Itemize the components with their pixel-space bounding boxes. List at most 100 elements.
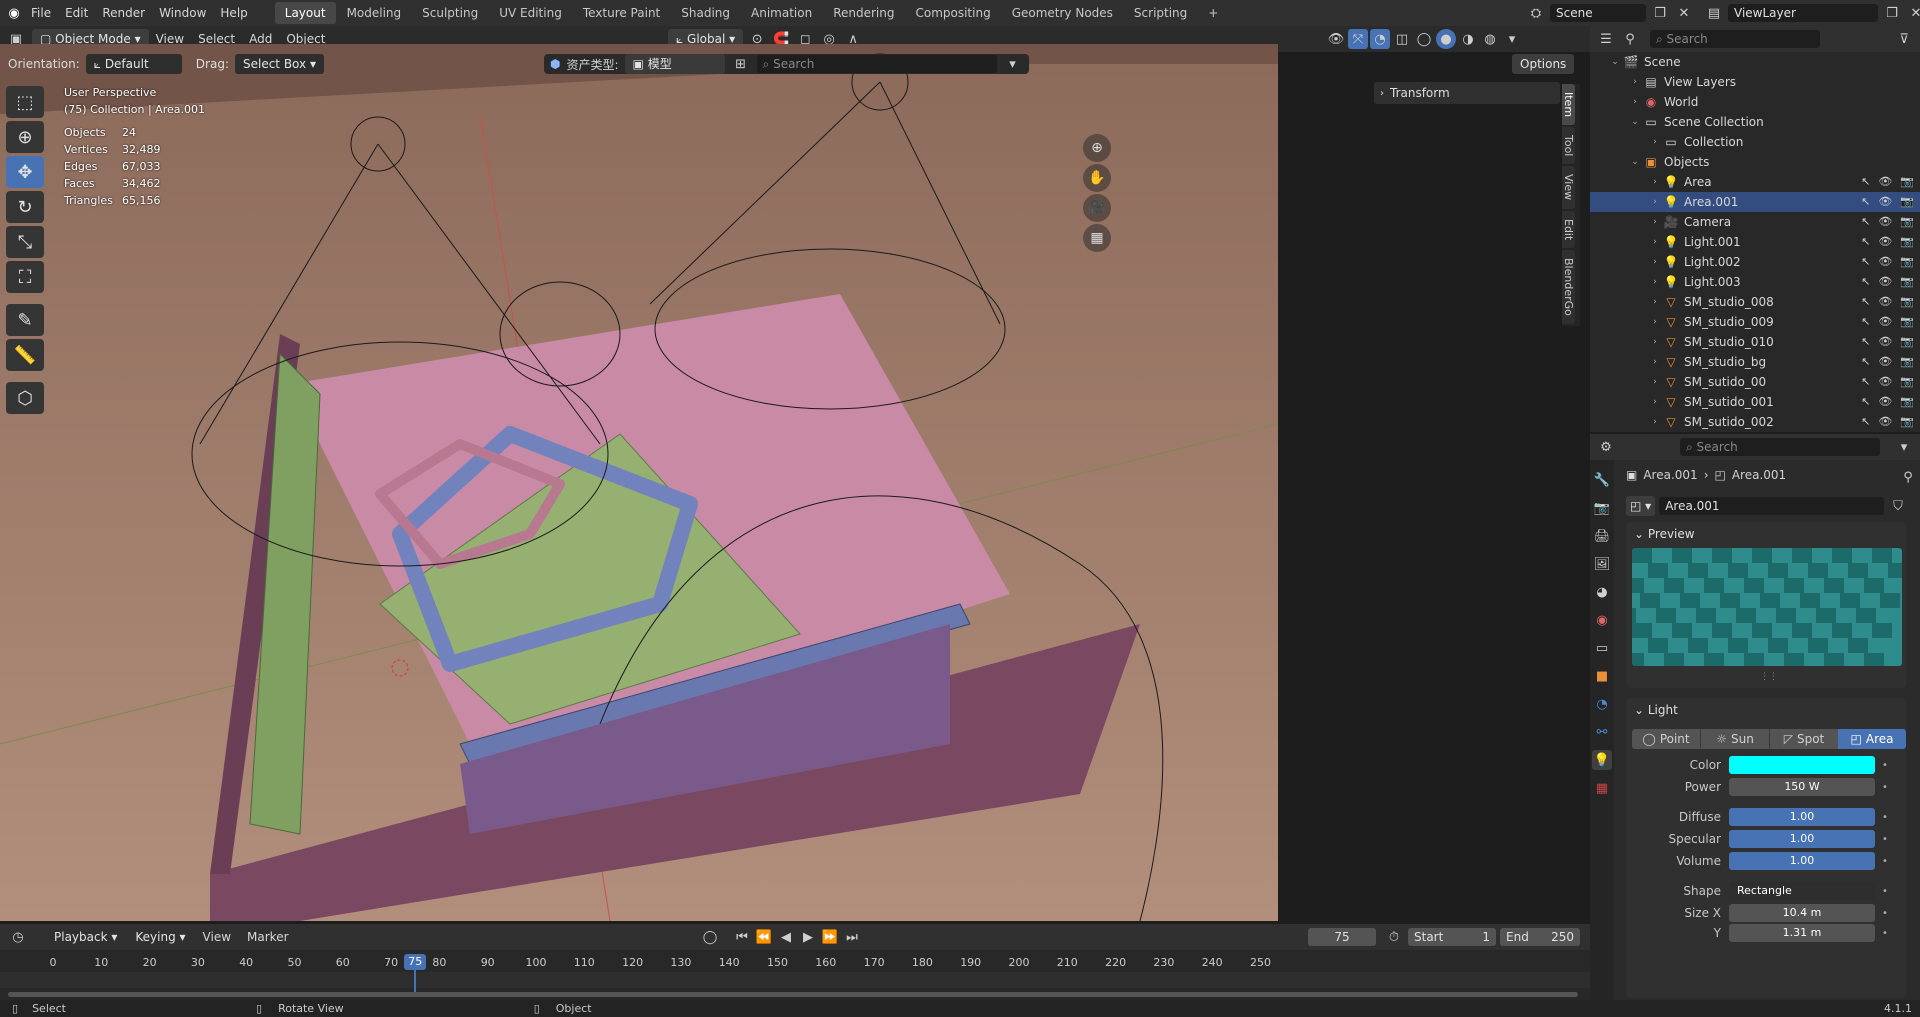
scene-tab-icon[interactable]: ◕ xyxy=(1592,582,1612,602)
chevron-right-icon[interactable]: › xyxy=(1648,292,1662,312)
asset-menu-icon[interactable]: ▾ xyxy=(1003,54,1023,74)
eye-icon[interactable]: 👁 xyxy=(1878,372,1892,392)
3d-viewport[interactable]: ⬚ ⊕ ✥ ↻ ⤡ ⛶ ✎ 📏 ⬡ User Perspective (75) … xyxy=(0,44,1278,921)
chevron-right-icon[interactable]: › xyxy=(1648,312,1662,332)
camera-render-icon[interactable]: 📷 xyxy=(1900,192,1914,212)
transform-panel-header[interactable]: › Transform xyxy=(1374,82,1560,104)
select-toggle-icon[interactable]: ↖ xyxy=(1861,272,1870,292)
select-toggle-icon[interactable]: ↖ xyxy=(1861,412,1870,432)
wireframe-shading-icon[interactable]: ◯ xyxy=(1414,29,1434,49)
outliner-row[interactable]: ⌄ ▭ Scene Collection xyxy=(1590,112,1920,132)
keyframe-dot-icon[interactable]: • xyxy=(1875,782,1895,793)
chevron-right-icon[interactable]: › xyxy=(1648,192,1662,212)
play-icon[interactable]: ▶ xyxy=(798,927,818,947)
end-frame-field[interactable]: End 250 xyxy=(1500,928,1580,946)
eye-icon[interactable]: 👁 xyxy=(1878,392,1892,412)
outliner-row[interactable]: › 💡 Area ↖ 👁 📷 xyxy=(1590,172,1920,192)
view-layer-tab-icon[interactable]: 🖼 xyxy=(1592,554,1612,574)
light-data-tab-icon[interactable]: 💡 xyxy=(1592,750,1612,770)
camera-render-icon[interactable]: 📷 xyxy=(1900,392,1914,412)
chevron-down-icon[interactable]: ⌄ xyxy=(1628,152,1642,172)
tab-scripting[interactable]: Scripting xyxy=(1124,2,1197,24)
chevron-right-icon[interactable]: › xyxy=(1648,232,1662,252)
asset-filter-icon[interactable]: ⊞ xyxy=(731,54,751,74)
camera-render-icon[interactable]: 📷 xyxy=(1900,332,1914,352)
chevron-right-icon[interactable]: › xyxy=(1628,72,1642,92)
current-frame-field[interactable]: 75 xyxy=(1308,928,1376,946)
add-workspace-icon[interactable]: + xyxy=(1198,2,1228,24)
tab-modeling[interactable]: Modeling xyxy=(337,2,412,24)
menu-window[interactable]: Window xyxy=(152,0,213,26)
collection-tab-icon[interactable]: ▭ xyxy=(1592,638,1612,658)
chevron-right-icon[interactable]: › xyxy=(1648,212,1662,232)
play-reverse-icon[interactable]: ◀ xyxy=(776,927,796,947)
outliner-row[interactable]: ⌄ 🎬 Scene xyxy=(1590,52,1920,72)
chevron-right-icon[interactable]: › xyxy=(1648,132,1662,152)
outliner-row[interactable]: › 💡 Area.001 ↖ 👁 📷 xyxy=(1590,192,1920,212)
menu-edit[interactable]: Edit xyxy=(58,0,95,26)
eye-icon[interactable]: 👁 xyxy=(1878,332,1892,352)
light-type-point[interactable]: ◯ Point xyxy=(1632,729,1700,749)
new-viewlayer-icon[interactable]: ❐ xyxy=(1882,3,1902,23)
world-tab-icon[interactable]: ◉ xyxy=(1592,610,1612,630)
zoom-button[interactable]: ⊕ xyxy=(1083,134,1111,162)
select-toggle-icon[interactable]: ↖ xyxy=(1861,352,1870,372)
select-toggle-icon[interactable]: ↖ xyxy=(1861,372,1870,392)
eye-icon[interactable]: 👁 xyxy=(1878,252,1892,272)
tab-compositing[interactable]: Compositing xyxy=(905,2,1000,24)
visibility-icon[interactable]: 👁 xyxy=(1326,29,1346,49)
outliner-row[interactable]: ⌄ ▣ Objects xyxy=(1590,152,1920,172)
tab-sculpting[interactable]: Sculpting xyxy=(412,2,488,24)
jump-end-icon[interactable]: ⏭ xyxy=(842,927,862,947)
outliner-row[interactable]: › ▽ SM_sutido_001 ↖ 👁 📷 xyxy=(1590,392,1920,412)
chevron-down-icon[interactable]: ⌄ xyxy=(1628,112,1642,132)
outliner-row[interactable]: › ▽ SM_sutido_002 ↖ 👁 📷 xyxy=(1590,412,1920,432)
drag-select[interactable]: Select Box ▾ xyxy=(234,54,324,74)
stopwatch-icon[interactable]: ⏱ xyxy=(1384,927,1404,947)
scene-icon[interactable]: ⛭ xyxy=(1526,3,1546,23)
outliner-row[interactable]: › ▽ SM_studio_010 ↖ 👁 📷 xyxy=(1590,332,1920,352)
volume-slider[interactable]: 1.00 xyxy=(1729,852,1875,870)
measure-tool[interactable]: 📏 xyxy=(6,339,44,371)
select-toggle-icon[interactable]: ↖ xyxy=(1861,312,1870,332)
shape-select[interactable]: Rectangle xyxy=(1729,882,1875,900)
camera-render-icon[interactable]: 📷 xyxy=(1900,292,1914,312)
outliner-row[interactable]: › 💡 Light.003 ↖ 👁 📷 xyxy=(1590,272,1920,292)
playhead[interactable]: 75 xyxy=(404,954,427,970)
jump-start-icon[interactable]: ⏮ xyxy=(732,927,752,947)
keyframe-dot-icon[interactable]: • xyxy=(1875,886,1895,897)
eye-icon[interactable]: 👁 xyxy=(1878,312,1892,332)
sidebar-tab-edit[interactable]: Edit xyxy=(1562,210,1575,248)
properties-search-input[interactable]: ⌕ Search xyxy=(1680,438,1880,456)
navigation-gizmo[interactable]: Z Y X xyxy=(1272,94,1278,164)
move-tool[interactable]: ✥ xyxy=(6,156,44,188)
chevron-down-icon[interactable]: ⌄ xyxy=(1608,52,1622,72)
outliner-row[interactable]: › ◉ World xyxy=(1590,92,1920,112)
delete-scene-icon[interactable]: ✕ xyxy=(1674,3,1694,23)
chevron-right-icon[interactable]: › xyxy=(1648,352,1662,372)
sidebar-tab-tool[interactable]: Tool xyxy=(1562,127,1575,165)
render-tab-icon[interactable]: 📷 xyxy=(1592,498,1612,518)
tool-tab-icon[interactable]: 🔧 xyxy=(1592,470,1612,490)
diffuse-slider[interactable]: 1.00 xyxy=(1729,808,1875,826)
keying-menu[interactable]: Keying ▾ xyxy=(127,927,193,947)
select-toggle-icon[interactable]: ↖ xyxy=(1861,212,1870,232)
eye-icon[interactable]: 👁 xyxy=(1878,272,1892,292)
asset-search-input[interactable]: ⌕ Search xyxy=(756,55,997,73)
texture-tab-icon[interactable]: ▦ xyxy=(1592,778,1612,798)
datablock-browse-button[interactable]: ◰ ▾ xyxy=(1626,496,1656,516)
datablock-name-input[interactable]: Area.001 xyxy=(1659,497,1884,515)
outliner-row[interactable]: › ▽ SM_studio_bg ↖ 👁 📷 xyxy=(1590,352,1920,372)
blender-logo-icon[interactable]: ◉ xyxy=(4,3,24,23)
tab-layout[interactable]: Layout xyxy=(274,2,336,24)
camera-render-icon[interactable]: 📷 xyxy=(1900,372,1914,392)
size-y-field[interactable]: 1.31 m xyxy=(1729,924,1875,942)
select-toggle-icon[interactable]: ↖ xyxy=(1861,332,1870,352)
annotate-tool[interactable]: ✎ xyxy=(6,304,44,336)
camera-render-icon[interactable]: 📷 xyxy=(1900,272,1914,292)
outliner-row[interactable]: › ▽ SM_sutido_00 ↖ 👁 📷 xyxy=(1590,372,1920,392)
chevron-right-icon[interactable]: › xyxy=(1648,252,1662,272)
chevron-right-icon[interactable]: › xyxy=(1628,92,1642,112)
viewlayer-icon[interactable]: ▤ xyxy=(1704,3,1724,23)
chevron-right-icon[interactable]: › xyxy=(1648,412,1662,432)
